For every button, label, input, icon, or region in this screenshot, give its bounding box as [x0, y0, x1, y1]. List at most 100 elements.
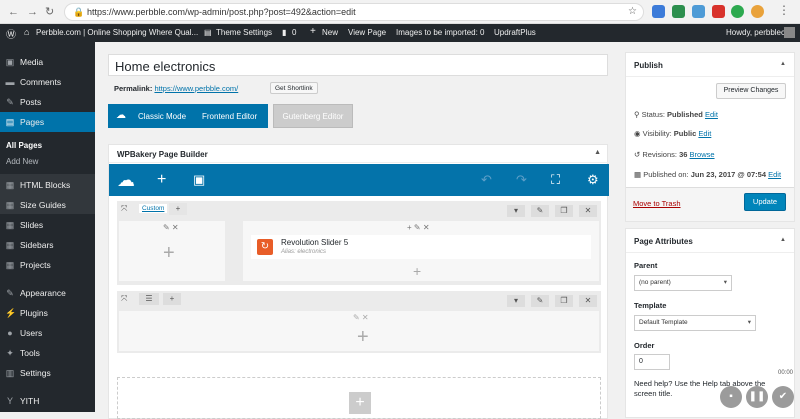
- browse-revisions-link[interactable]: Browse: [690, 150, 715, 159]
- sidebar-item-posts[interactable]: ✎ Posts: [0, 92, 95, 112]
- back-icon[interactable]: ←: [8, 5, 19, 19]
- add-element-plus-icon[interactable]: +: [357, 327, 369, 347]
- extension-icon[interactable]: [652, 5, 665, 18]
- gutenberg-editor-button[interactable]: Gutenberg Editor: [273, 104, 353, 128]
- sidebar-item-pages[interactable]: ▤ Pages: [0, 112, 95, 132]
- post-title-input[interactable]: Home electronics: [108, 54, 608, 76]
- layout-icon[interactable]: ☰: [139, 293, 159, 305]
- sidebar-item-tools[interactable]: ✦ Tools: [0, 343, 95, 363]
- sidebar-item-sidebars[interactable]: ▦ Sidebars: [0, 235, 95, 255]
- menu-kebab-icon[interactable]: ⋮: [778, 3, 790, 17]
- extension-icon[interactable]: [692, 5, 705, 18]
- move-row-icon[interactable]: ⤧: [121, 294, 127, 304]
- sidebar-item-size-guides[interactable]: ▦ Size Guides: [0, 195, 95, 215]
- profile-avatar[interactable]: [751, 5, 764, 18]
- redo-icon[interactable]: ↷: [516, 171, 527, 189]
- images-import-status[interactable]: Images to be imported: 0: [396, 28, 485, 37]
- order-input[interactable]: 0: [634, 354, 670, 370]
- edit-row-icon[interactable]: ✎: [531, 205, 549, 217]
- video-pause-icon[interactable]: ❚❚: [746, 386, 768, 408]
- submenu-all-pages[interactable]: All Pages: [0, 138, 95, 154]
- collapse-arrow-icon[interactable]: ▲: [780, 61, 786, 67]
- clone-row-icon[interactable]: ❐: [555, 295, 573, 307]
- new-link[interactable]: New: [322, 28, 338, 37]
- column-edit-icon[interactable]: ✎ ✕: [353, 313, 369, 322]
- undo-icon[interactable]: ↶: [481, 171, 492, 189]
- updraftplus-link[interactable]: UpdraftPlus: [494, 28, 536, 37]
- submenu-add-new[interactable]: Add New: [0, 154, 95, 170]
- permalink-url[interactable]: https://www.perbble.com/: [154, 84, 238, 93]
- extension-icon[interactable]: [672, 5, 685, 18]
- preview-changes-button[interactable]: Preview Changes: [716, 83, 786, 99]
- extension-icon[interactable]: [731, 5, 744, 18]
- sidebar-item-appearance[interactable]: ✎ Appearance: [0, 283, 95, 303]
- sidebar-item-comments[interactable]: ▬ Comments: [0, 72, 95, 92]
- edit-status-link[interactable]: Edit: [705, 110, 718, 119]
- add-column-icon[interactable]: +: [163, 293, 181, 305]
- user-avatar[interactable]: [784, 27, 795, 38]
- update-button[interactable]: Update: [744, 193, 786, 211]
- sidebar-item-settings[interactable]: ▥ Settings: [0, 363, 95, 383]
- add-element-plus-icon[interactable]: +: [163, 243, 175, 263]
- frontend-editor-button[interactable]: Frontend Editor: [202, 112, 257, 121]
- video-check-icon[interactable]: ✔: [772, 386, 794, 408]
- clone-row-icon[interactable]: ❐: [555, 205, 573, 217]
- comments-count[interactable]: 0: [292, 28, 296, 37]
- lock-icon: 🔒: [73, 7, 85, 17]
- column-edit-icon[interactable]: ✎ ✕: [163, 223, 179, 232]
- comment-icon: ▮: [282, 28, 287, 37]
- collapse-arrow-icon[interactable]: ▲: [780, 237, 786, 243]
- address-bar[interactable]: 🔒 https://www.perbble.com/wp-admin/post.…: [64, 3, 644, 21]
- pages-icon: ▤: [5, 117, 15, 127]
- edit-row-icon[interactable]: ✎: [531, 295, 549, 307]
- classic-mode-button[interactable]: Classic Mode: [138, 112, 186, 121]
- howdy-user-link[interactable]: Howdy, perbblec: [726, 28, 785, 37]
- sidebar-item-plugins[interactable]: ⚡ Plugins: [0, 303, 95, 323]
- settings-gear-icon[interactable]: ⚙: [587, 171, 599, 189]
- move-to-trash-link[interactable]: Move to Trash: [633, 199, 681, 208]
- reload-icon[interactable]: ↻: [45, 5, 54, 19]
- home-icon: ⌂: [24, 27, 30, 37]
- revisions-row: ↺ Revisions: 36 Browse: [634, 150, 715, 159]
- comments-icon: ▬: [5, 77, 15, 87]
- custom-layout-label[interactable]: Custom: [139, 204, 168, 213]
- view-page-link[interactable]: View Page: [348, 28, 386, 37]
- forward-icon[interactable]: →: [27, 5, 38, 19]
- parent-select[interactable]: (no parent): [634, 275, 732, 291]
- bookmark-star-icon[interactable]: ☆: [628, 6, 637, 17]
- sidebar-item-users[interactable]: ● Users: [0, 323, 95, 343]
- layout-template-icon[interactable]: ▣: [193, 171, 205, 189]
- sidebar-item-yith[interactable]: Y YITH: [0, 391, 95, 411]
- get-shortlink-button[interactable]: Get Shortlink: [270, 82, 318, 94]
- collapse-arrow-icon[interactable]: ▲: [594, 149, 601, 156]
- fullscreen-icon[interactable]: ⛶: [551, 171, 560, 189]
- add-column-icon[interactable]: +: [169, 203, 187, 215]
- theme-settings-link[interactable]: Theme Settings: [216, 28, 272, 37]
- add-element-plus-icon[interactable]: +: [413, 261, 421, 281]
- sidebar-item-html-blocks[interactable]: ▦ HTML Blocks: [0, 175, 95, 195]
- sidebar-item-media[interactable]: ▣ Media: [0, 52, 95, 72]
- delete-row-icon[interactable]: ✕: [579, 295, 597, 307]
- row-dropdown-icon[interactable]: ▾: [507, 205, 525, 217]
- order-label: Order: [634, 341, 655, 350]
- column-controls-icon[interactable]: + ✎ ✕: [407, 223, 430, 232]
- users-icon: ●: [7, 328, 13, 338]
- move-row-icon[interactable]: ⤧: [121, 204, 127, 214]
- sidebar-item-slides[interactable]: ▦ Slides: [0, 215, 95, 235]
- extension-icon[interactable]: [712, 5, 725, 18]
- add-row-plus-button[interactable]: +: [349, 392, 371, 414]
- revolution-slider-element[interactable]: ↻ Revolution Slider 5 Alias: electronics: [251, 235, 591, 259]
- wpbakery-logo-icon[interactable]: ☁: [117, 171, 135, 189]
- edit-date-link[interactable]: Edit: [768, 170, 781, 179]
- site-name-link[interactable]: Perbble.com | Online Shopping Where Qual…: [36, 28, 198, 37]
- video-record-icon[interactable]: ▪: [720, 386, 742, 408]
- wordpress-logo-icon[interactable]: Ⓦ: [6, 26, 16, 41]
- template-select[interactable]: Default Template: [634, 315, 756, 331]
- add-element-icon[interactable]: +: [157, 171, 166, 189]
- sidebar-item-projects[interactable]: ▦ Projects: [0, 255, 95, 275]
- edit-visibility-link[interactable]: Edit: [698, 129, 711, 138]
- browser-toolbar: ← → ↻ 🔒 https://www.perbble.com/wp-admin…: [0, 0, 800, 24]
- delete-row-icon[interactable]: ✕: [579, 205, 597, 217]
- row-dropdown-icon[interactable]: ▾: [507, 295, 525, 307]
- builder-row-2: ⤧ ☰ + ▾ ✎ ❐ ✕ ✎ ✕ +: [117, 291, 601, 353]
